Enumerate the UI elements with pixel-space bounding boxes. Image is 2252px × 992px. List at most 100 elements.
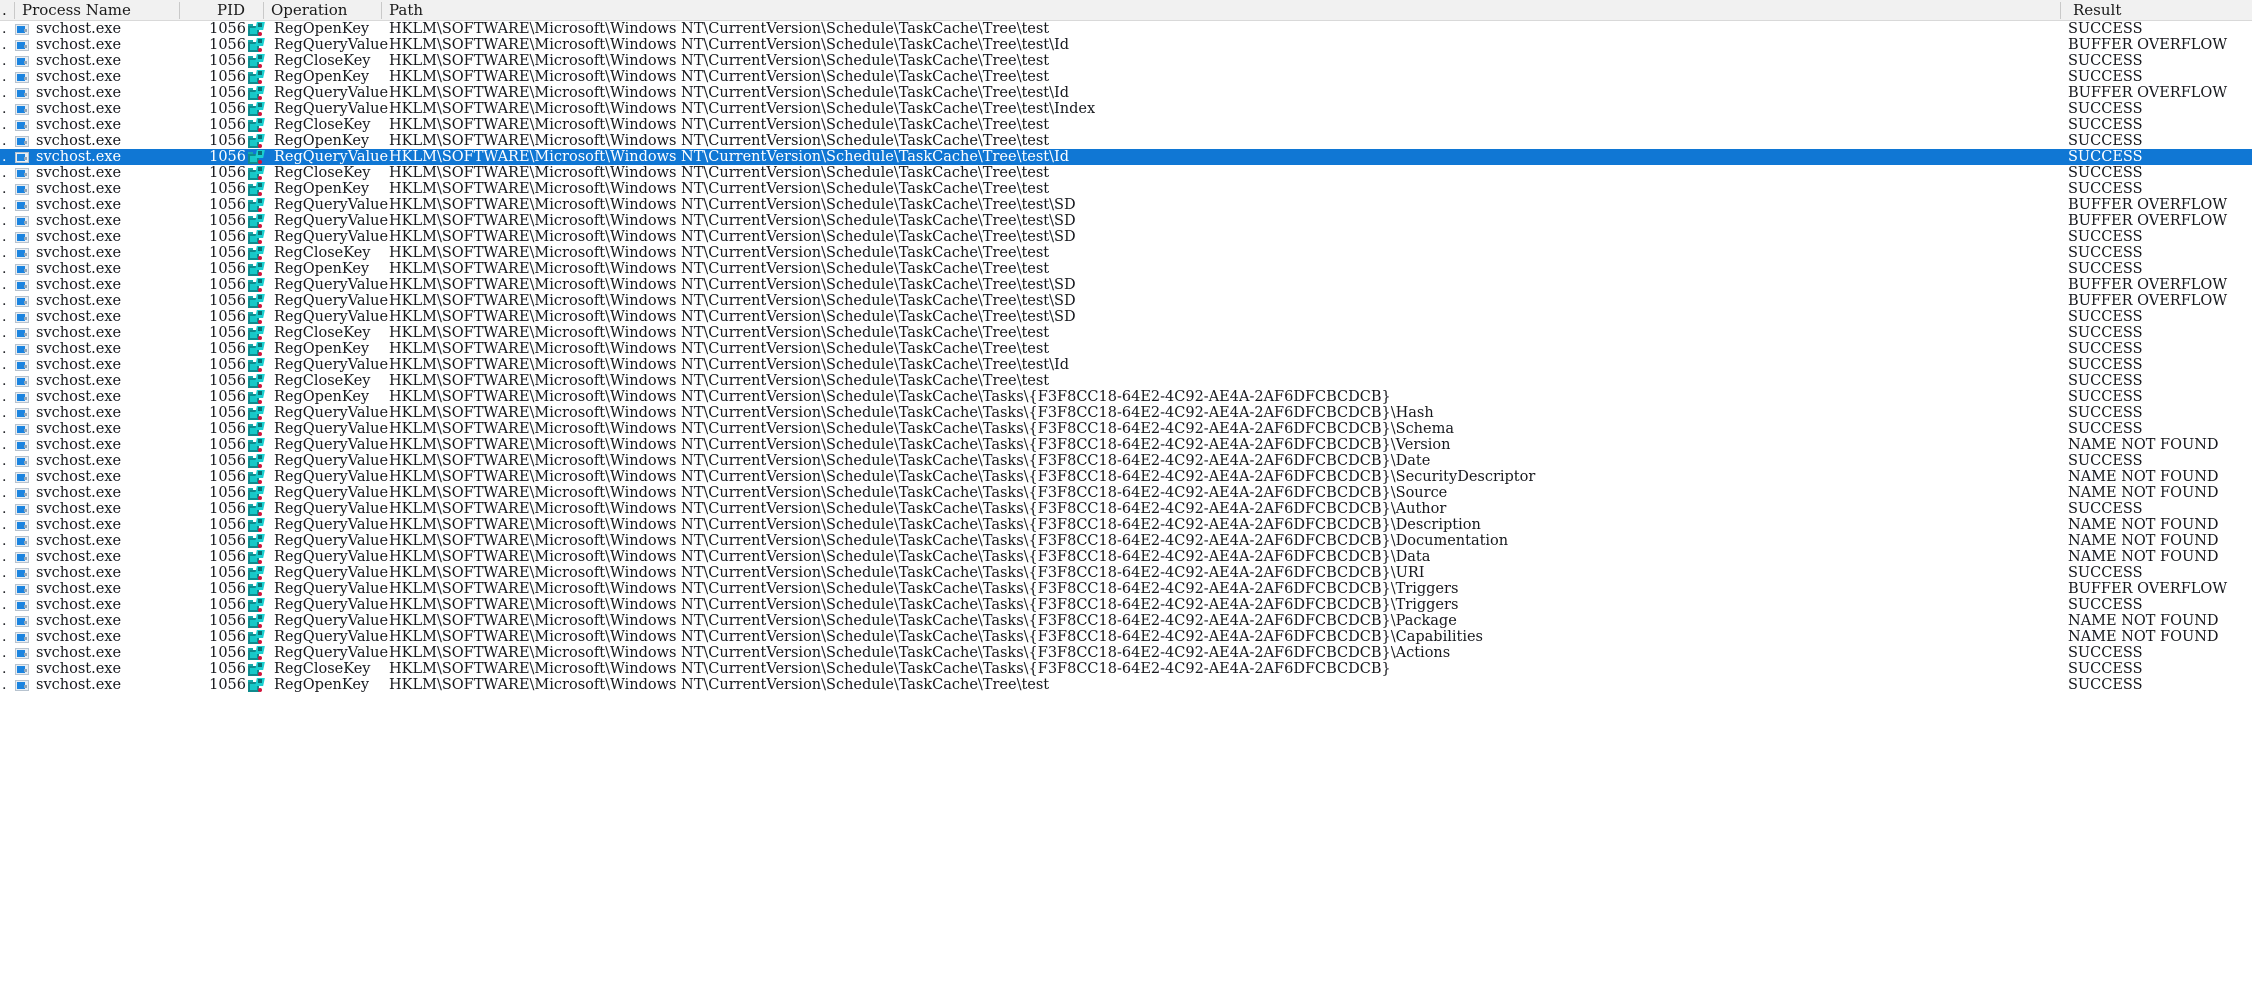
table-row[interactable]: . svchost.exe 1056 RegQueryValue HKLM\SOFTWA…: [0, 629, 2252, 645]
cell-pid: 1056: [209, 149, 246, 165]
cell-operation: RegCloseKey: [274, 661, 371, 677]
table-row[interactable]: . svchost.exe 1056 RegQueryValue HKLM\SOFTWA…: [0, 213, 2252, 229]
table-row[interactable]: . svchost.exe 1056 RegQueryValue HKLM\SOFTWA…: [0, 37, 2252, 53]
table-row[interactable]: . svchost.exe 1056 RegQueryValue HKLM\SOFTWA…: [0, 357, 2252, 373]
cell-result: SUCCESS: [2068, 21, 2143, 37]
cell-process-name: svchost.exe: [36, 421, 122, 437]
registry-key-icon: [248, 22, 265, 37]
table-row[interactable]: . svchost.exe 1056 RegOpenKey HKLM\SOFTWARE\…: [0, 181, 2252, 197]
cell-pid: 1056: [209, 565, 246, 581]
cell-process-name: svchost.exe: [36, 581, 122, 597]
table-row[interactable]: . svchost.exe 1056 RegQueryValue HKLM\SOFTWA…: [0, 197, 2252, 213]
table-row[interactable]: . svchost.exe 1056 RegCloseKey HKLM\SOFTWARE…: [0, 53, 2252, 69]
table-row[interactable]: . svchost.exe 1056 RegQueryValue HKLM\SOFTWA…: [0, 85, 2252, 101]
cell-process-name: svchost.exe: [36, 245, 122, 261]
table-row[interactable]: . svchost.exe 1056 RegQueryValue HKLM\SOFTWA…: [0, 229, 2252, 245]
row-marker: .: [2, 69, 7, 85]
cell-operation: RegOpenKey: [274, 21, 370, 37]
column-header-operation[interactable]: Operation: [271, 0, 347, 20]
application-window-icon: [15, 152, 29, 163]
cell-operation: RegQueryValue: [274, 85, 389, 101]
cell-operation: RegQueryValue: [274, 405, 389, 421]
cell-path: HKLM\SOFTWARE\Microsoft\Windows NT\Curre…: [389, 357, 1070, 373]
registry-key-icon: [248, 502, 265, 517]
table-row[interactable]: . svchost.exe 1056 RegQueryValue HKLM\SOFTWA…: [0, 101, 2252, 117]
table-row[interactable]: . svchost.exe 1056 RegCloseKey HKLM\SOFTWARE…: [0, 325, 2252, 341]
cell-result: SUCCESS: [2068, 677, 2143, 693]
table-row[interactable]: . svchost.exe 1056 RegOpenKey HKLM\SOFTWARE\…: [0, 21, 2252, 37]
cell-pid: 1056: [209, 53, 246, 69]
cell-pid: 1056: [209, 661, 246, 677]
column-header-path[interactable]: Path: [389, 0, 423, 20]
cell-process-name: svchost.exe: [36, 613, 122, 629]
application-window-icon: [15, 248, 29, 259]
table-row[interactable]: . svchost.exe 1056 RegQueryValue HKLM\SOFTWA…: [0, 421, 2252, 437]
table-row[interactable]: . svchost.exe 1056 RegCloseKey HKLM\SOFTWARE…: [0, 165, 2252, 181]
table-row[interactable]: . svchost.exe 1056 RegQueryValue HKLM\SOFTWA…: [0, 293, 2252, 309]
cell-pid: 1056: [209, 677, 246, 693]
table-row[interactable]: . svchost.exe 1056 RegQueryValue HKLM\SOFTWA…: [0, 581, 2252, 597]
table-row[interactable]: . svchost.exe 1056 RegCloseKey HKLM\SOFTWARE…: [0, 373, 2252, 389]
row-marker: .: [2, 373, 7, 389]
cell-path: HKLM\SOFTWARE\Microsoft\Windows NT\Curre…: [389, 149, 1070, 165]
table-row[interactable]: . svchost.exe 1056 RegQueryValue HKLM\SOFTWA…: [0, 597, 2252, 613]
cell-path: HKLM\SOFTWARE\Microsoft\Windows NT\Curre…: [389, 597, 1459, 613]
header-divider: [381, 2, 382, 19]
cell-path: HKLM\SOFTWARE\Microsoft\Windows NT\Curre…: [389, 501, 1447, 517]
column-header-pid[interactable]: PID: [217, 0, 245, 20]
table-row[interactable]: . svchost.exe 1056 RegQueryValue HKLM\SOFTWA…: [0, 309, 2252, 325]
cell-process-name: svchost.exe: [36, 101, 122, 117]
table-row[interactable]: . svchost.exe 1056 RegOpenKey HKLM\SOFTWARE\…: [0, 261, 2252, 277]
table-row[interactable]: . svchost.exe 1056 RegQueryValue HKLM\SOFTWA…: [0, 405, 2252, 421]
cell-pid: 1056: [209, 501, 246, 517]
registry-key-icon: [248, 518, 265, 533]
application-window-icon: [15, 536, 29, 547]
table-row[interactable]: . svchost.exe 1056 RegQueryValue HKLM\SOFTWA…: [0, 453, 2252, 469]
event-rows-container[interactable]: . svchost.exe 1056 RegOpenKey HKLM\SOFTWARE\…: [0, 21, 2252, 693]
cell-operation: RegQueryValue: [274, 213, 389, 229]
table-row[interactable]: . svchost.exe 1056 RegQueryValue HKLM\SOFTWA…: [0, 645, 2252, 661]
application-window-icon: [15, 104, 29, 115]
table-row[interactable]: . svchost.exe 1056 RegQueryValue HKLM\SOFTWA…: [0, 517, 2252, 533]
table-row[interactable]: . svchost.exe 1056 RegOpenKey HKLM\SOFTWARE\…: [0, 133, 2252, 149]
cell-pid: 1056: [209, 325, 246, 341]
table-row[interactable]: . svchost.exe 1056 RegQueryValue HKLM\SOFTWA…: [0, 469, 2252, 485]
column-header-result[interactable]: Result: [2073, 0, 2121, 20]
table-row[interactable]: . svchost.exe 1056 RegCloseKey HKLM\SOFTWARE…: [0, 117, 2252, 133]
cell-process-name: svchost.exe: [36, 165, 122, 181]
cell-result: NAME NOT FOUND: [2068, 517, 2219, 533]
cell-pid: 1056: [209, 645, 246, 661]
table-row[interactable]: . svchost.exe 1056 RegOpenKey HKLM\SOFTWARE\…: [0, 341, 2252, 357]
table-row[interactable]: . svchost.exe 1056 RegCloseKey HKLM\SOFTWARE…: [0, 661, 2252, 677]
application-window-icon: [15, 264, 29, 275]
cell-result: NAME NOT FOUND: [2068, 613, 2219, 629]
table-row[interactable]: . svchost.exe 1056 RegQueryValue HKLM\SOFTWA…: [0, 437, 2252, 453]
table-row[interactable]: . svchost.exe 1056 RegQueryValue HKLM\SOFTWA…: [0, 613, 2252, 629]
column-header-process-name[interactable]: Process Name: [22, 0, 131, 20]
cell-process-name: svchost.exe: [36, 373, 122, 389]
row-marker: .: [2, 53, 7, 69]
table-row[interactable]: . svchost.exe 1056 RegOpenKey HKLM\SOFTWARE\…: [0, 677, 2252, 693]
application-window-icon: [15, 488, 29, 499]
table-row[interactable]: . svchost.exe 1056 RegOpenKey HKLM\SOFTWARE\…: [0, 69, 2252, 85]
table-row[interactable]: . svchost.exe 1056 RegCloseKey HKLM\SOFTWARE…: [0, 245, 2252, 261]
cell-result: SUCCESS: [2068, 149, 2143, 165]
table-row[interactable]: . svchost.exe 1056 RegQueryValue HKLM\SOFTWA…: [0, 149, 2252, 165]
table-row[interactable]: . svchost.exe 1056 RegQueryValue HKLM\SOFTWA…: [0, 565, 2252, 581]
cell-process-name: svchost.exe: [36, 261, 122, 277]
table-row[interactable]: . svchost.exe 1056 RegOpenKey HKLM\SOFTWARE\…: [0, 389, 2252, 405]
table-row[interactable]: . svchost.exe 1056 RegQueryValue HKLM\SOFTWA…: [0, 533, 2252, 549]
cell-path: HKLM\SOFTWARE\Microsoft\Windows NT\Curre…: [389, 437, 1451, 453]
cell-path: HKLM\SOFTWARE\Microsoft\Windows NT\Curre…: [389, 421, 1454, 437]
cell-pid: 1056: [209, 21, 246, 37]
table-row[interactable]: . svchost.exe 1056 RegQueryValue HKLM\SOFTWA…: [0, 501, 2252, 517]
table-row[interactable]: . svchost.exe 1056 RegQueryValue HKLM\SOFTWA…: [0, 277, 2252, 293]
cell-result: BUFFER OVERFLOW: [2068, 213, 2228, 229]
cell-process-name: svchost.exe: [36, 501, 122, 517]
table-row[interactable]: . svchost.exe 1056 RegQueryValue HKLM\SOFTWA…: [0, 549, 2252, 565]
cell-pid: 1056: [209, 181, 246, 197]
registry-key-icon: [248, 166, 265, 181]
cell-operation: RegQueryValue: [274, 37, 389, 53]
cell-pid: 1056: [209, 293, 246, 309]
table-row[interactable]: . svchost.exe 1056 RegQueryValue HKLM\SOFTWA…: [0, 485, 2252, 501]
